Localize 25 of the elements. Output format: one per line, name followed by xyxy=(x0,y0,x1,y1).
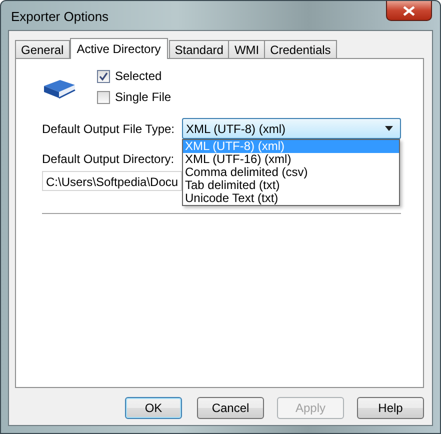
dialog-button[interactable]: OK xyxy=(125,397,182,419)
dialog-button[interactable]: Cancel xyxy=(197,397,264,419)
dropdown-option[interactable]: XML (UTF-16) (xml) xyxy=(183,153,399,166)
tab[interactable]: WMI xyxy=(228,40,266,58)
checkbox[interactable] xyxy=(97,70,110,82)
tab[interactable]: Active Directory xyxy=(70,38,168,59)
tab[interactable]: Standard xyxy=(168,40,230,58)
dropdown-option[interactable]: Tab delimited (txt) xyxy=(183,179,399,192)
checkbox-label: Single File xyxy=(115,90,172,104)
dropdown-option[interactable]: Unicode Text (txt) xyxy=(183,192,399,205)
close-button[interactable] xyxy=(386,1,432,21)
dialog-button[interactable]: Help xyxy=(357,397,424,419)
dropdown-option[interactable]: Comma delimited (csv) xyxy=(183,166,399,179)
tab[interactable]: General xyxy=(15,40,70,58)
checkbox-label: Selected xyxy=(115,69,162,83)
book-icon xyxy=(42,78,76,100)
field-label: Default Output Directory: xyxy=(42,152,176,166)
checkbox[interactable] xyxy=(97,90,110,104)
caret-icon xyxy=(385,126,393,131)
file-type-dropdown[interactable]: XML (UTF-8) (xml) xyxy=(182,118,401,139)
close-icon xyxy=(403,6,415,16)
tab[interactable]: Credentials xyxy=(264,40,337,58)
window-title: Exporter Options xyxy=(10,9,109,24)
field-label: Default Output File Type: xyxy=(42,122,176,136)
directory-field[interactable]: C:\Users\Softpedia\Docu xyxy=(42,171,182,191)
